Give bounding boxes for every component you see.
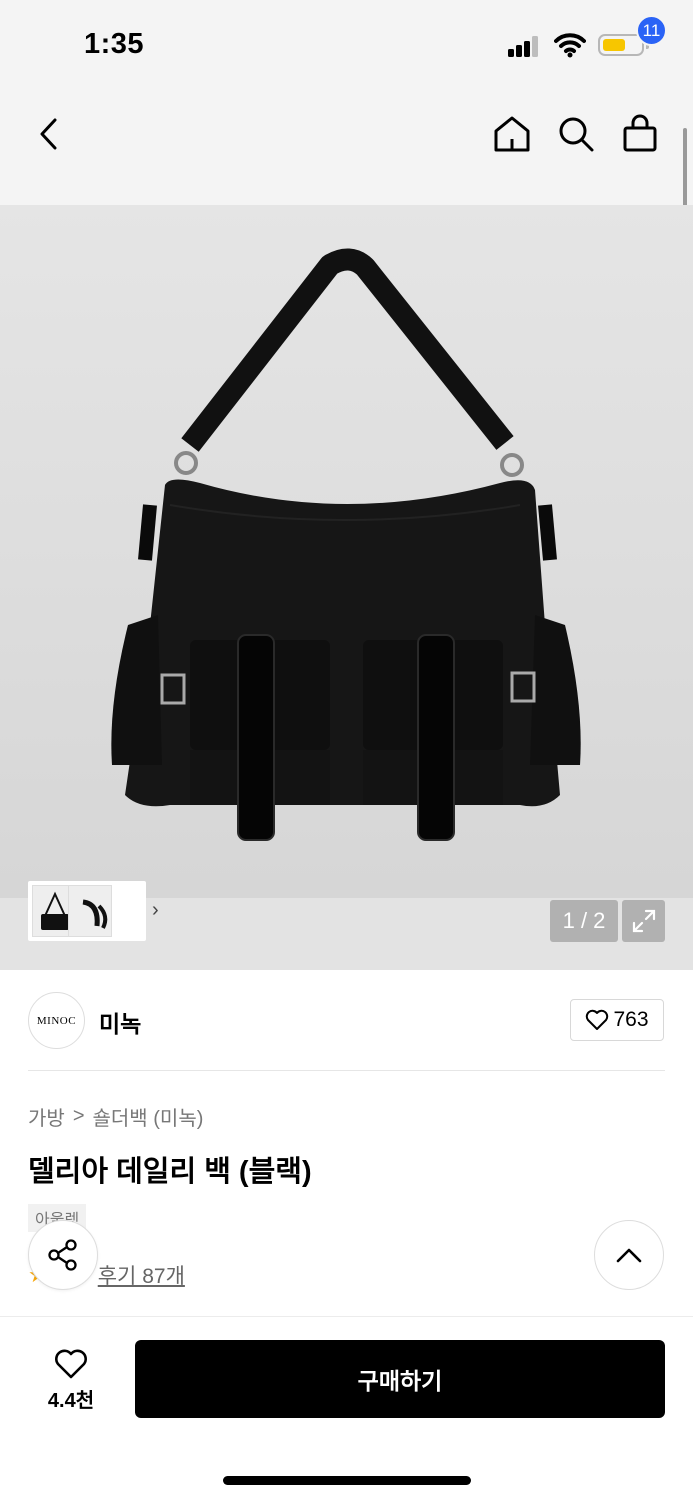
expand-button[interactable] <box>622 900 665 942</box>
gallery-page-counter: 1 / 2 <box>550 900 618 942</box>
search-icon <box>559 117 594 152</box>
scrollbar[interactable] <box>683 128 687 213</box>
top-nav-bar <box>0 90 693 205</box>
cellular-signal-icon <box>508 35 540 57</box>
search-button[interactable] <box>552 110 600 158</box>
back-icon <box>40 118 57 150</box>
chevron-up-icon <box>616 1248 642 1263</box>
heart-icon <box>586 1009 609 1030</box>
cart-button[interactable] <box>616 110 664 158</box>
cart-count-badge: 11 <box>636 15 667 46</box>
brand-like-count: 763 <box>613 1008 649 1031</box>
product-image[interactable] <box>0 205 693 898</box>
brand-logo[interactable]: MINOC <box>28 992 85 1049</box>
heart-icon <box>55 1349 87 1378</box>
wishlist-count: 4.4천 <box>47 1389 95 1412</box>
home-indicator[interactable] <box>223 1476 471 1485</box>
back-button[interactable] <box>26 110 74 158</box>
cart-icon <box>623 114 657 152</box>
status-bar: 1:35 <box>0 0 693 90</box>
breadcrumb-category[interactable]: 가방 <box>28 1102 65 1131</box>
brand-like-button[interactable]: 763 <box>570 999 664 1041</box>
wishlist-button[interactable]: 4.4천 <box>30 1342 112 1418</box>
home-icon <box>494 116 530 152</box>
review-link[interactable]: 후기 87개 <box>98 1260 185 1290</box>
share-icon <box>48 1239 77 1271</box>
share-button[interactable] <box>28 1220 98 1290</box>
thumbnail-image[interactable] <box>68 885 112 937</box>
breadcrumb-subcategory[interactable]: 숄더백 (미녹) <box>93 1102 204 1131</box>
product-title: 델리아 데일리 백 (블랙) <box>28 1156 312 1188</box>
buy-button[interactable]: 구매하기 <box>135 1340 665 1418</box>
divider <box>28 1070 665 1071</box>
expand-icon <box>632 909 655 933</box>
breadcrumb: 가방 > 숄더백 (미녹) <box>28 1102 203 1131</box>
thumbnail-strip[interactable]: › <box>28 881 159 941</box>
home-button[interactable] <box>488 110 536 158</box>
bag-illustration <box>111 248 581 841</box>
breadcrumb-separator: > <box>72 1105 85 1127</box>
wifi-icon <box>554 32 586 58</box>
status-time: 1:35 <box>84 28 145 60</box>
brand-name[interactable]: 미녹 <box>99 1005 141 1039</box>
scroll-to-top-button[interactable] <box>594 1220 664 1290</box>
chevron-right-icon[interactable]: › <box>152 899 159 922</box>
